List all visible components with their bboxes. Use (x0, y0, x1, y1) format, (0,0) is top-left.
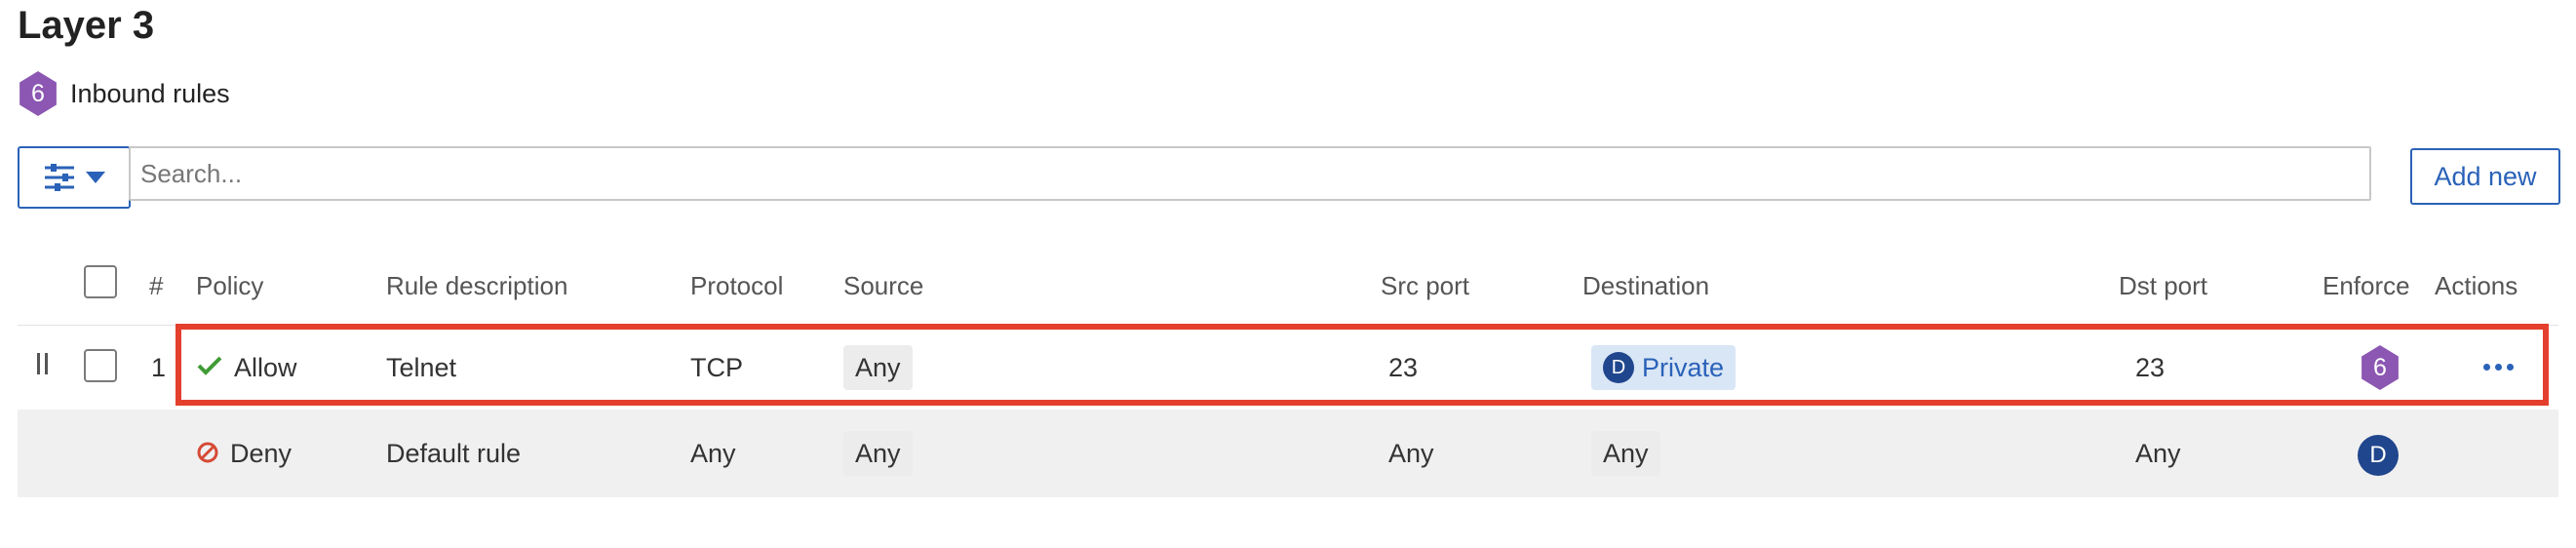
col-source-header[interactable]: Source (843, 271, 923, 301)
add-new-button[interactable]: Add new (2410, 148, 2560, 205)
col-enforce-header: Enforce (2322, 271, 2410, 300)
col-destination-header[interactable]: Destination (1582, 271, 1709, 301)
col-index-header: # (149, 271, 164, 300)
protocol-value: Any (690, 439, 736, 468)
col-dst-port-header[interactable]: Dst port (2119, 271, 2207, 301)
row-index: 1 (151, 353, 167, 382)
enforce-avatar: D (2358, 435, 2399, 476)
search-input[interactable] (129, 146, 2371, 201)
page-title: Layer 3 (18, 4, 155, 47)
col-src-port-header[interactable]: Src port (1381, 271, 1469, 301)
row-checkbox[interactable] (84, 349, 117, 382)
destination-value: Any (1591, 431, 1660, 476)
rule-count-badge: 6 (20, 71, 57, 116)
col-description-header[interactable]: Rule description (386, 271, 567, 301)
rules-summary: 6 Inbound rules (18, 71, 230, 116)
filter-button[interactable] (18, 146, 131, 209)
block-icon (196, 441, 219, 469)
col-actions-header: Actions (2435, 271, 2518, 300)
select-all-checkbox[interactable] (84, 265, 117, 298)
policy-value: Deny (230, 439, 293, 468)
drag-handle-icon[interactable] (37, 353, 48, 374)
source-value: Any (843, 431, 913, 476)
chevron-down-icon (86, 172, 105, 183)
col-policy-header[interactable]: Policy (196, 271, 263, 301)
row-highlight (176, 324, 2549, 406)
sliders-icon (45, 164, 74, 191)
dst-port-value: Any (2135, 439, 2181, 468)
col-protocol-header[interactable]: Protocol (690, 271, 783, 301)
description-value: Default rule (386, 439, 522, 468)
src-port-value: Any (1388, 439, 1434, 468)
rules-label: Inbound rules (70, 78, 230, 108)
